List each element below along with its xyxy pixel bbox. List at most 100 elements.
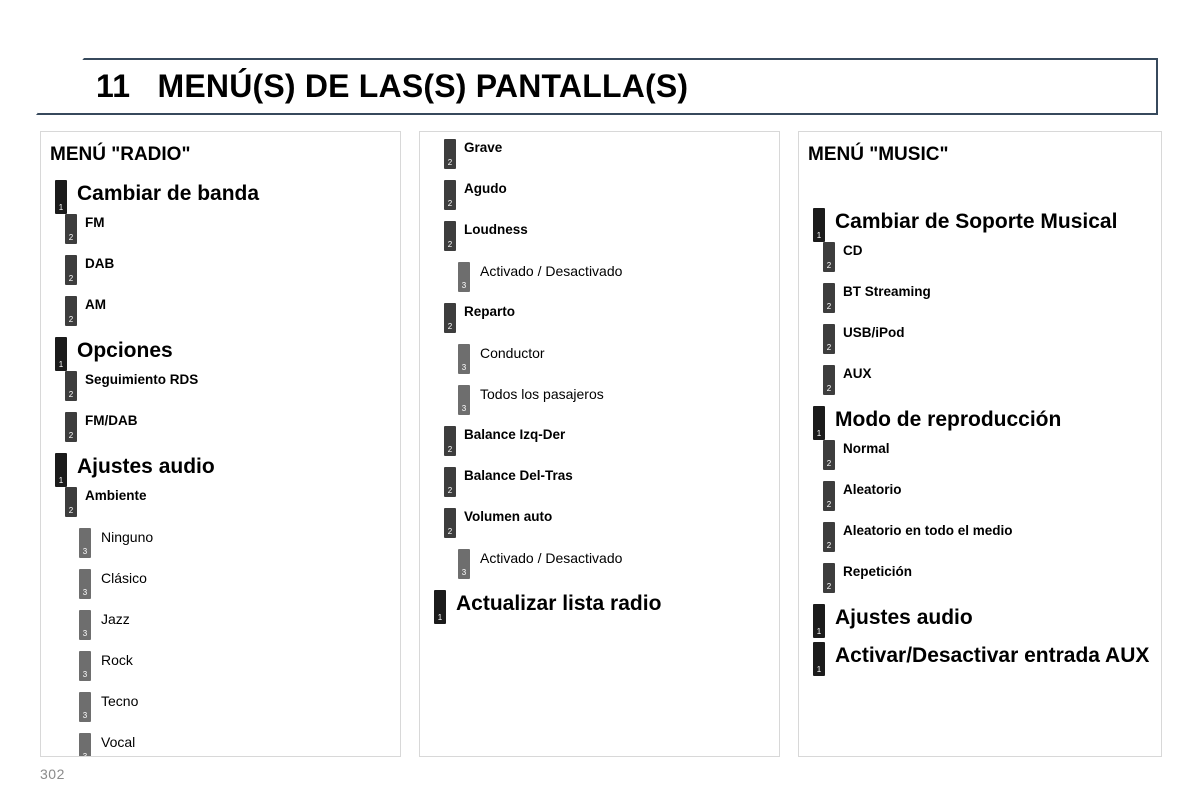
level-marker-number: 2 [826, 459, 832, 468]
menu-item-level-2[interactable]: 2 Agudo [420, 180, 779, 210]
menu-item-level-3[interactable]: 3 Ninguno [41, 528, 400, 558]
menu-item-level-2[interactable]: 2 AM [41, 296, 400, 326]
level-marker-number: 3 [82, 588, 88, 597]
level-marker-2-icon: 2 [823, 440, 835, 470]
panel-menu-radio: MENÚ "RADIO" 1 Cambiar de banda 2 FM 2 DAB 2 AM… [40, 131, 401, 757]
menu-item-level-2[interactable]: 2 Grave [420, 139, 779, 169]
menu-item-level-2[interactable]: 2 Loudness [420, 221, 779, 251]
menu-tree-radio: 1 Cambiar de banda 2 FM 2 DAB 2 AM 1 Opciones 2 Seg… [41, 180, 400, 756]
menu-item-label: DAB [85, 256, 115, 271]
menu-item-level-1[interactable]: 1 Cambiar de Soporte Musical [799, 208, 1161, 242]
menu-item-level-3[interactable]: 3 Clásico [41, 569, 400, 599]
level-marker-number: 2 [68, 431, 74, 440]
menu-item-level-1[interactable]: 1 Cambiar de banda [41, 180, 400, 214]
level-marker-number: 3 [461, 404, 467, 413]
menu-item-level-3[interactable]: 3 Activado / Desactivado [420, 549, 779, 579]
menu-item-level-1[interactable]: 1 Modo de reproducción [799, 406, 1161, 440]
level-marker-number: 3 [82, 547, 88, 556]
menu-item-label: Ajustes audio [77, 455, 215, 478]
menu-item-level-1[interactable]: 1 Activar/Desactivar entrada AUX [799, 642, 1161, 676]
menu-item-level-2[interactable]: 2 CD [799, 242, 1161, 272]
menu-item-label: Opciones [77, 339, 173, 362]
menu-item-level-3[interactable]: 3 Conductor [420, 344, 779, 374]
menu-item-level-2[interactable]: 2 AUX [799, 365, 1161, 395]
menu-tree-music: 1 Cambiar de Soporte Musical 2 CD 2 BT Stream… [799, 208, 1161, 676]
level-marker-3-icon: 3 [79, 651, 91, 681]
level-marker-1-icon: 1 [813, 642, 825, 676]
level-marker-number: 2 [447, 445, 453, 454]
level-marker-1-icon: 1 [813, 208, 825, 242]
menu-item-label: Modo de reproducción [835, 408, 1062, 431]
menu-item-level-3[interactable]: 3 Todos los pasajeros [420, 385, 779, 415]
level-marker-2-icon: 2 [444, 467, 456, 497]
menu-item-level-1[interactable]: 1 Opciones [41, 337, 400, 371]
menu-item-label: Repetición [843, 564, 913, 579]
level-marker-2-icon: 2 [823, 242, 835, 272]
menu-item-label: Clásico [101, 570, 147, 586]
level-marker-number: 2 [826, 500, 832, 509]
menu-item-level-3[interactable]: 3 Jazz [41, 610, 400, 640]
menu-item-level-2[interactable]: 2 Balance Izq-Der [420, 426, 779, 456]
menu-tree-radio-continued: 2 Grave 2 Agudo 2 Loudness 3 Activado / Desacti… [420, 139, 779, 624]
panel-title-radio: MENÚ "RADIO" [50, 144, 191, 165]
menu-item-level-3[interactable]: 3 Activado / Desactivado [420, 262, 779, 292]
level-marker-number: 3 [82, 670, 88, 679]
menu-item-level-2[interactable]: 2 Volumen auto [420, 508, 779, 538]
menu-item-level-1[interactable]: 1 Ajustes audio [799, 604, 1161, 638]
level-marker-number: 2 [68, 274, 74, 283]
menu-item-level-2[interactable]: 2 USB/iPod [799, 324, 1161, 354]
menu-item-label: Activado / Desactivado [480, 263, 623, 279]
menu-item-level-2[interactable]: 2 DAB [41, 255, 400, 285]
menu-item-level-3[interactable]: 3 Tecno [41, 692, 400, 722]
menu-item-label: Ajustes audio [835, 606, 973, 629]
menu-item-label: Tecno [101, 693, 139, 709]
menu-item-label: Cambiar de banda [77, 182, 260, 205]
level-marker-1-icon: 1 [55, 337, 67, 371]
level-marker-number: 2 [447, 322, 453, 331]
level-marker-1-icon: 1 [813, 406, 825, 440]
level-marker-number: 2 [68, 506, 74, 515]
menu-item-level-1[interactable]: 1 Actualizar lista radio [420, 590, 779, 624]
level-marker-2-icon: 2 [65, 412, 77, 442]
menu-item-level-3[interactable]: 3 Vocal [41, 733, 400, 756]
menu-item-label: Conductor [480, 345, 545, 361]
level-marker-2-icon: 2 [823, 563, 835, 593]
menu-item-level-2[interactable]: 2 Reparto [420, 303, 779, 333]
menu-item-label: Ninguno [101, 529, 154, 545]
menu-item-level-2[interactable]: 2 Repetición [799, 563, 1161, 593]
level-marker-number: 3 [461, 363, 467, 372]
menu-item-level-2[interactable]: 2 Aleatorio en todo el medio [799, 522, 1161, 552]
level-marker-3-icon: 3 [79, 610, 91, 640]
menu-item-level-2[interactable]: 2 Ambiente [41, 487, 400, 517]
level-marker-2-icon: 2 [444, 221, 456, 251]
menu-item-label: CD [843, 243, 863, 258]
level-marker-2-icon: 2 [444, 303, 456, 333]
level-marker-number: 2 [68, 315, 74, 324]
menu-item-level-2[interactable]: 2 Normal [799, 440, 1161, 470]
level-marker-2-icon: 2 [823, 324, 835, 354]
panel-menu-music: MENÚ "MUSIC" 1 Cambiar de Soporte Musical… [798, 131, 1162, 757]
menu-item-label: Balance Del-Tras [464, 468, 573, 483]
menu-item-label: Volumen auto [464, 509, 553, 524]
menu-item-level-2[interactable]: 2 Balance Del-Tras [420, 467, 779, 497]
level-marker-number: 3 [82, 629, 88, 638]
menu-item-label: AM [85, 297, 106, 312]
menu-item-label: FM/DAB [85, 413, 138, 428]
menu-item-label: Todos los pasajeros [480, 386, 604, 402]
level-marker-2-icon: 2 [444, 426, 456, 456]
level-marker-2-icon: 2 [65, 487, 77, 517]
level-marker-1-icon: 1 [813, 604, 825, 638]
menu-item-level-2[interactable]: 2 BT Streaming [799, 283, 1161, 313]
menu-item-level-2[interactable]: 2 FM [41, 214, 400, 244]
level-marker-3-icon: 3 [458, 344, 470, 374]
level-marker-2-icon: 2 [65, 296, 77, 326]
menu-item-level-3[interactable]: 3 Rock [41, 651, 400, 681]
menu-item-level-2[interactable]: 2 FM/DAB [41, 412, 400, 442]
menu-item-level-2[interactable]: 2 Seguimiento RDS [41, 371, 400, 401]
page-number: 302 [40, 766, 65, 782]
menu-item-label: Normal [843, 441, 890, 456]
menu-item-label: Aleatorio en todo el medio [843, 523, 1013, 538]
level-marker-number: 3 [461, 568, 467, 577]
menu-item-level-1[interactable]: 1 Ajustes audio [41, 453, 400, 487]
menu-item-level-2[interactable]: 2 Aleatorio [799, 481, 1161, 511]
